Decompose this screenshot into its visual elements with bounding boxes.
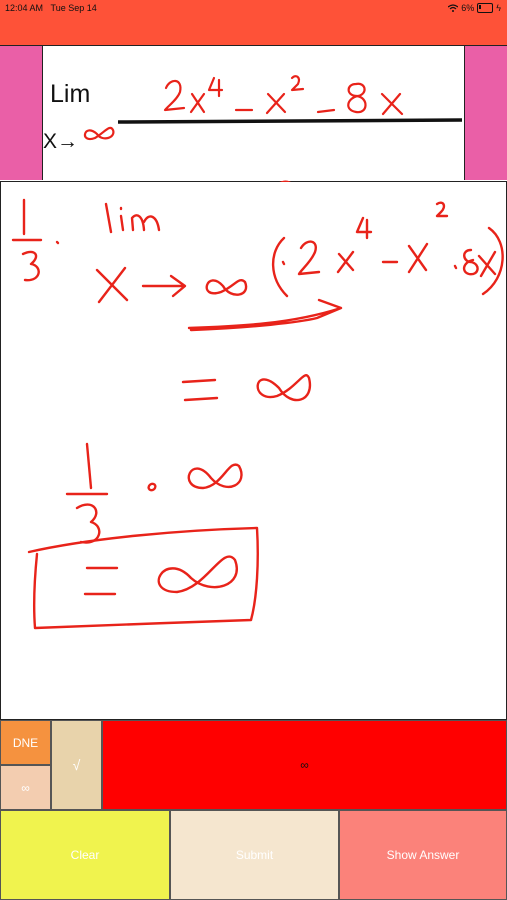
fraction-bar: [117, 118, 463, 124]
answer-display: ∞: [102, 720, 507, 810]
sqrt-key[interactable]: √: [51, 720, 102, 810]
arrow-line: [187, 298, 343, 332]
status-date: Tue Sep 14: [50, 3, 97, 13]
battery-icon: [477, 3, 494, 13]
right-side-bar: [464, 46, 507, 180]
approach-infinity: [84, 126, 115, 141]
dne-key[interactable]: DNE: [0, 720, 51, 765]
problem-panel: Lim X→: [0, 46, 507, 182]
status-time-date: 12:04 AM Tue Sep 14: [5, 3, 97, 13]
lim-l: [104, 202, 113, 234]
numerator-2: [163, 79, 186, 112]
status-indicators: 6% ϟ: [448, 3, 501, 13]
status-time: 12:04 AM: [5, 3, 44, 13]
drawing-canvas[interactable]: [0, 182, 507, 720]
coef-three: [21, 250, 40, 282]
problem-handwriting: [84, 75, 463, 182]
handwritten-work: [11, 198, 504, 630]
answer-box: [27, 526, 259, 630]
wifi-icon: [448, 4, 459, 12]
keypad: DNE ∞ √ ∞: [0, 720, 507, 810]
charging-bolt-icon: ϟ: [496, 3, 501, 13]
header-bar: 12:04 AM Tue Sep 14 6% ϟ: [0, 0, 507, 46]
show-answer-button[interactable]: Show Answer: [339, 810, 507, 900]
submit-button[interactable]: Submit: [170, 810, 339, 900]
clear-button[interactable]: Clear: [0, 810, 170, 900]
action-bar: Clear Submit Show Answer: [0, 810, 507, 900]
battery-percent: 6%: [461, 3, 475, 13]
infinity-key[interactable]: ∞: [0, 765, 51, 810]
